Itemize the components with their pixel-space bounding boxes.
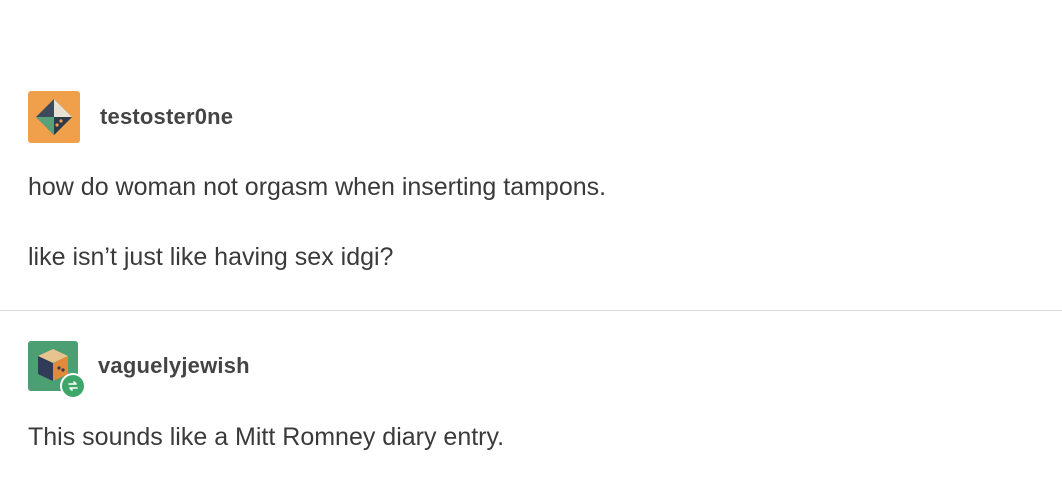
reblog-reply: vaguelyjewish This sounds like a Mitt Ro… [0, 311, 1062, 503]
post-text-line: This sounds like a Mitt Romney diary ent… [28, 423, 505, 451]
post-header: vaguelyjewish [28, 341, 250, 399]
post-text-line: like isn’t just like having sex idgi? [28, 243, 394, 271]
geometric-diamond-icon [36, 99, 72, 135]
post-text-line: how do woman not orgasm when inserting t… [28, 173, 607, 201]
avatar[interactable] [28, 341, 86, 399]
avatar[interactable] [28, 91, 80, 143]
reblog-icon [60, 373, 86, 399]
post-header: testoster0ne [28, 91, 233, 143]
username[interactable]: vaguelyjewish [98, 353, 250, 379]
username[interactable]: testoster0ne [100, 104, 233, 130]
original-post: testoster0ne how do woman not orgasm whe… [0, 85, 1062, 310]
